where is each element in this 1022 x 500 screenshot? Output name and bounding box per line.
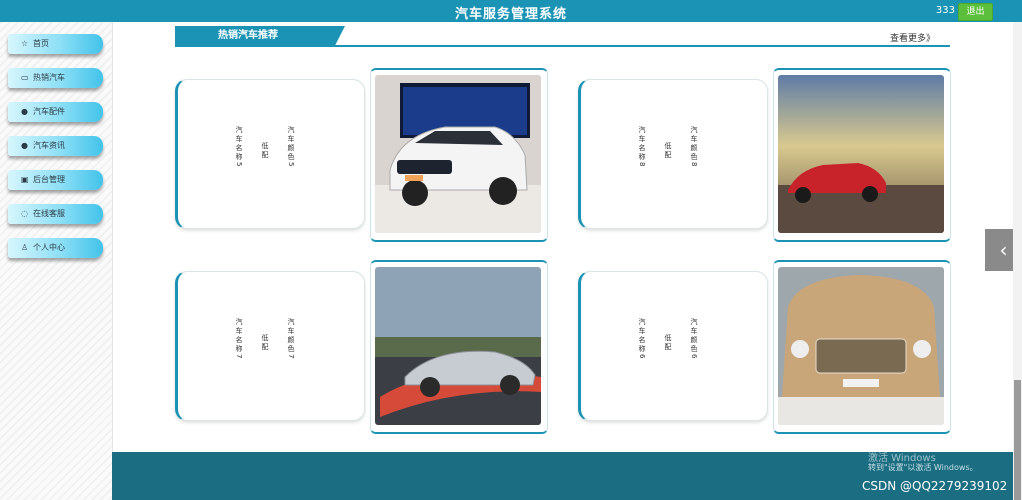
car-photo (375, 75, 541, 233)
car-photo (778, 267, 944, 425)
car-image-card[interactable] (773, 260, 951, 434)
sidebar-item-home[interactable]: ☆ 首页 (8, 34, 103, 54)
sidebar-item-label: 热销汽车 (33, 73, 65, 82)
app-title: 汽车服务管理系统 (454, 7, 567, 22)
car-photo (375, 267, 541, 425)
user-icon: ♙ (21, 243, 29, 252)
car-config: 低配 (664, 334, 672, 352)
view-more-link[interactable]: 查看更多》 (890, 31, 935, 44)
car-image-card[interactable] (773, 68, 951, 242)
sidebar-item-label: 个人中心 (33, 243, 65, 252)
sidebar-item-parts[interactable]: ● 汽车配件 (8, 102, 103, 122)
sidebar-item-label: 汽车资讯 (33, 141, 65, 150)
car-color: 汽车颜色8 (690, 126, 698, 169)
section-title: 热销汽车推荐 (175, 26, 345, 46)
car-color: 汽车颜色6 (690, 318, 698, 361)
sidebar: ☆ 首页 ▭ 热销汽车 ● 汽车配件 ● 汽车资讯 ▣ 后台管理 ◌ 在线客服 … (0, 22, 113, 500)
watermark: CSDN @QQ2279239102 (862, 479, 1008, 493)
car-info-card[interactable]: 汽车名称5 低配 汽车颜色5 (175, 79, 365, 229)
car-color: 汽车颜色5 (287, 126, 295, 169)
sidebar-item-service[interactable]: ◌ 在线客服 (8, 204, 103, 224)
sidebar-item-admin[interactable]: ▣ 后台管理 (8, 170, 103, 190)
car-name: 汽车名称8 (638, 126, 646, 169)
car-config: 低配 (664, 142, 672, 160)
sidebar-item-label: 在线客服 (33, 209, 65, 218)
news-icon: ● (21, 141, 28, 150)
sidebar-item-profile[interactable]: ♙ 个人中心 (8, 238, 103, 258)
sidebar-item-label: 后台管理 (33, 175, 65, 184)
scrollbar-thumb[interactable] (1014, 380, 1021, 500)
car-photo (778, 75, 944, 233)
car-config: 低配 (261, 142, 269, 160)
logout-button[interactable]: 退出 (958, 3, 993, 21)
service-icon: ◌ (21, 209, 28, 218)
parts-icon: ● (21, 107, 28, 116)
car-info-card[interactable]: 汽车名称7 低配 汽车颜色7 (175, 271, 365, 421)
car-name: 汽车名称5 (235, 126, 243, 169)
admin-icon: ▣ (21, 175, 29, 184)
car-icon: ▭ (21, 73, 29, 82)
home-icon: ☆ (21, 39, 29, 48)
top-bar: 汽车服务管理系统 333 退出 (0, 0, 1022, 22)
car-image-card[interactable] (370, 260, 548, 434)
car-name: 汽车名称6 (638, 318, 646, 361)
sidebar-item-hot-cars[interactable]: ▭ 热销汽车 (8, 68, 103, 88)
sidebar-item-news[interactable]: ● 汽车资讯 (8, 136, 103, 156)
scrollbar[interactable] (1013, 22, 1022, 500)
car-config: 低配 (261, 334, 269, 352)
windows-activation-hint: 转到"设置"以激活 Windows。 (868, 463, 978, 472)
car-info-card[interactable]: 汽车名称6 低配 汽车颜色6 (578, 271, 768, 421)
car-name: 汽车名称7 (235, 318, 243, 361)
car-color: 汽车颜色7 (287, 318, 295, 361)
car-info-card[interactable]: 汽车名称8 低配 汽车颜色8 (578, 79, 768, 229)
sidebar-item-label: 汽车配件 (33, 107, 65, 116)
sidebar-item-label: 首页 (33, 39, 49, 48)
username: 333 (935, 5, 955, 16)
car-image-card[interactable] (370, 68, 548, 242)
